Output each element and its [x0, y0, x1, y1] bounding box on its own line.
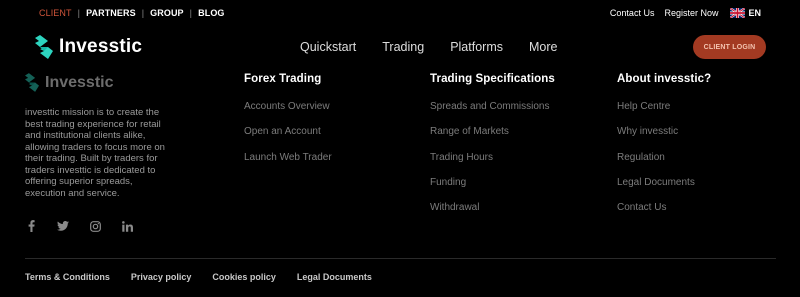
nav-quickstart[interactable]: Quickstart	[300, 40, 356, 54]
footer-link-why[interactable]: Why invesstic	[617, 126, 711, 151]
top-nav-partners[interactable]: PARTNERS	[86, 8, 136, 18]
footer-link-range-of-markets[interactable]: Range of Markets	[430, 126, 555, 151]
separator: |	[189, 8, 193, 18]
mission-statement: investtic mission is to create the best …	[25, 107, 165, 199]
footer-link-trading-hours[interactable]: Trading Hours	[430, 152, 555, 177]
column-heading: Forex Trading	[244, 73, 322, 85]
footer-link-open-account[interactable]: Open an Account	[244, 126, 332, 151]
instagram-icon[interactable]	[89, 220, 101, 232]
footer-link-withdrawal[interactable]: Withdrawal	[430, 202, 555, 227]
separator: |	[141, 8, 145, 18]
brand-mark-icon	[35, 35, 53, 59]
footer-link-accounts-overview[interactable]: Accounts Overview	[244, 101, 332, 126]
facebook-icon[interactable]	[25, 220, 37, 232]
top-nav: CLIENT | PARTNERS | GROUP | BLOG	[39, 8, 225, 18]
social-links	[25, 220, 153, 232]
nav-platforms[interactable]: Platforms	[450, 40, 503, 54]
column-heading: Trading Specifications	[430, 73, 555, 85]
brand-mark-icon	[25, 73, 39, 92]
footer-column-forex-trading: Forex Trading Accounts Overview Open an …	[244, 73, 332, 177]
terms-link[interactable]: Terms & Conditions	[25, 272, 110, 282]
footer-divider	[25, 258, 776, 259]
brand-logo[interactable]: Invesstic	[35, 35, 142, 59]
top-nav-blog[interactable]: BLOG	[198, 8, 224, 18]
brand-name: Invesstic	[59, 36, 143, 57]
primary-nav: Quickstart Trading Platforms More	[300, 40, 583, 54]
legal-links: Terms & Conditions Privacy policy Cookie…	[25, 272, 393, 282]
footer-column-trading-specifications: Trading Specifications Spreads and Commi…	[430, 73, 555, 227]
nav-more[interactable]: More	[529, 40, 557, 54]
cookies-link[interactable]: Cookies policy	[212, 272, 276, 282]
main-nav-bar: Invesstic Quickstart Trading Platforms M…	[0, 27, 800, 67]
legal-documents-link[interactable]: Legal Documents	[297, 272, 372, 282]
top-nav-client[interactable]: CLIENT	[39, 8, 72, 18]
top-utility-bar: CLIENT | PARTNERS | GROUP | BLOG Contact…	[0, 0, 800, 27]
footer-link-launch-web-trader[interactable]: Launch Web Trader	[244, 152, 332, 177]
twitter-icon[interactable]	[57, 220, 69, 232]
nav-trading[interactable]: Trading	[382, 40, 424, 54]
top-nav-group[interactable]: GROUP	[150, 8, 184, 18]
top-right-links: Contact Us Register Now EN	[600, 8, 761, 18]
footer-link-help-centre[interactable]: Help Centre	[617, 101, 711, 126]
language-selector[interactable]: EN	[730, 8, 761, 18]
contact-us-link[interactable]: Contact Us	[610, 8, 655, 18]
footer-link-regulation[interactable]: Regulation	[617, 152, 711, 177]
column-heading: About invesstic?	[617, 73, 712, 85]
privacy-link[interactable]: Privacy policy	[131, 272, 192, 282]
footer-link-legal-documents[interactable]: Legal Documents	[617, 177, 711, 202]
linkedin-icon[interactable]	[121, 220, 133, 232]
footer-logo[interactable]: Invesstic	[25, 72, 113, 93]
register-now-link[interactable]: Register Now	[664, 8, 718, 18]
footer-link-contact-us[interactable]: Contact Us	[617, 202, 711, 227]
footer-link-spreads[interactable]: Spreads and Commissions	[430, 101, 555, 126]
uk-flag-icon	[730, 8, 746, 18]
client-login-button[interactable]: CLIENT LOGIN	[693, 35, 766, 59]
language-label: EN	[748, 8, 761, 18]
separator: |	[77, 8, 81, 18]
footer-link-funding[interactable]: Funding	[430, 177, 555, 202]
footer-brand-name: Invesstic	[45, 73, 114, 91]
footer-column-about: About invesstic? Help Centre Why invesst…	[617, 73, 711, 227]
